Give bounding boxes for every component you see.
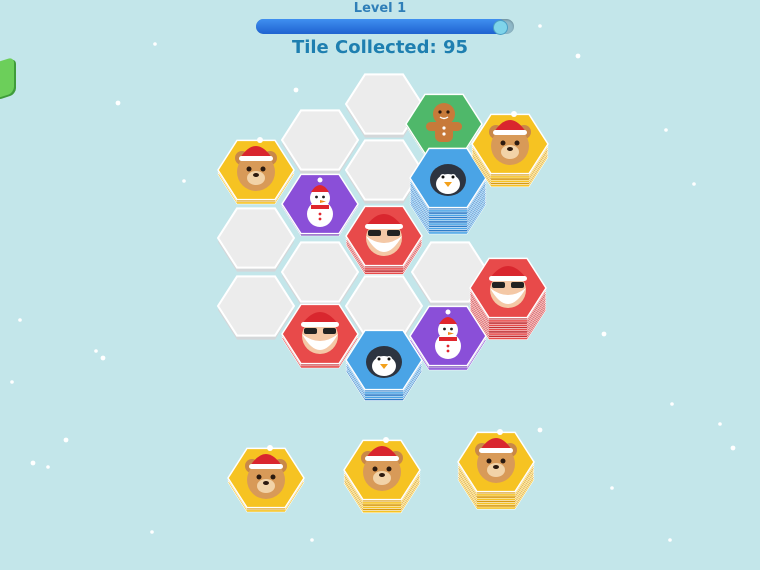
tray-slot-2[interactable] (343, 437, 421, 514)
tile-stack-teddy-bear[interactable] (217, 137, 295, 205)
penguin-icon (366, 346, 402, 378)
empty-cell[interactable] (216, 207, 296, 272)
game-board (216, 73, 549, 514)
empty-cell[interactable] (280, 241, 360, 306)
tray-slot-3[interactable] (457, 429, 535, 510)
tray-slot-1[interactable] (227, 445, 305, 513)
empty-cell[interactable] (280, 109, 360, 174)
tile-stack-teddy-bear[interactable] (471, 111, 549, 188)
tile-stack-snowman[interactable] (281, 173, 359, 237)
tile-stack-santa[interactable] (345, 205, 423, 275)
penguin-icon (430, 164, 466, 196)
tile-stack-santa[interactable] (469, 257, 547, 340)
empty-cell[interactable] (216, 275, 296, 340)
